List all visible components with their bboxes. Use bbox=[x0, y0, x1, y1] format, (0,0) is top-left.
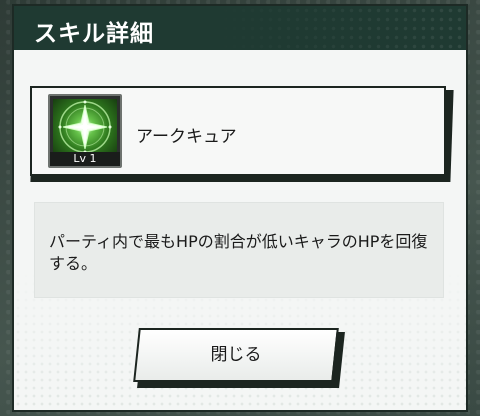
skill-description-box: パーティ内で最もHPの割合が低いキャラのHPを回復する。 bbox=[34, 202, 444, 298]
dialog-title: スキル詳細 bbox=[34, 21, 154, 47]
close-button[interactable]: 閉じる bbox=[133, 328, 339, 382]
close-button-label: 閉じる bbox=[210, 345, 262, 365]
skill-description: パーティ内で最もHPの割合が低いキャラのHPを回復する。 bbox=[49, 232, 428, 273]
skill-detail-dialog: スキル詳細 Lv 1 アークキュア パーティ内で最もHPの割合が低いキャラのHP… bbox=[14, 6, 466, 410]
skill-card: Lv 1 アークキュア bbox=[30, 86, 446, 176]
sparkle-star-icon bbox=[53, 99, 117, 155]
skill-level-badge: Lv 1 bbox=[50, 152, 120, 166]
skill-name: アークキュア bbox=[136, 127, 237, 147]
skill-icon-frame: Lv 1 bbox=[48, 94, 122, 168]
dialog-title-bar: スキル詳細 bbox=[14, 6, 466, 50]
